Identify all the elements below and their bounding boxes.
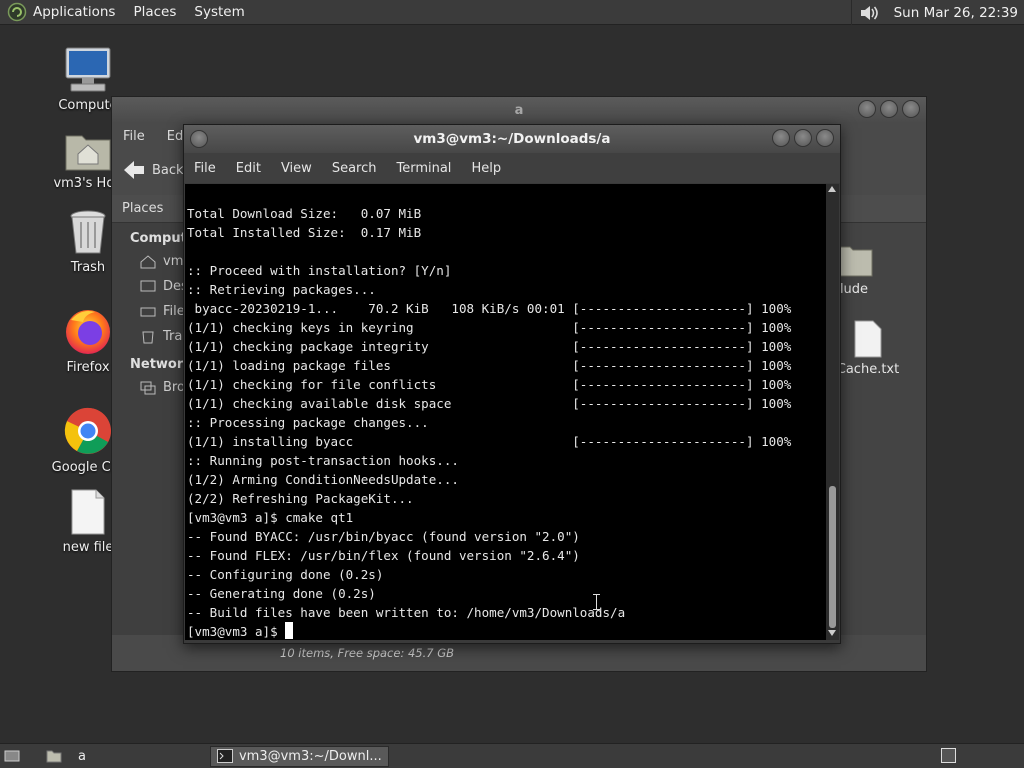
taskbar-item-terminal[interactable]: vm3@vm3:~/Downl...: [209, 745, 389, 767]
terminal-line: -- Found FLEX: /usr/bin/flex (found vers…: [187, 548, 580, 563]
maximize-button[interactable]: [794, 129, 812, 147]
terminal-line: -- Found BYACC: /usr/bin/byacc (found ve…: [187, 529, 580, 544]
file-icon: [71, 489, 105, 535]
back-button[interactable]: Back: [122, 159, 184, 181]
terminal-prompt: [vm3@vm3 a]$: [187, 624, 286, 639]
menu-file[interactable]: File: [184, 161, 226, 176]
menu-file[interactable]: File: [112, 129, 156, 144]
desktop-icon-label: Firefox: [66, 360, 110, 375]
file-item-label: Cache.txt: [836, 362, 900, 377]
network-icon: [140, 381, 156, 394]
desktop-icon-label: Compute: [58, 98, 118, 113]
terminal-output: Total Download Size: 0.07 MiB Total Insta…: [187, 204, 791, 640]
taskbar-item-label: vm3@vm3:~/Downl...: [238, 748, 382, 764]
home-folder-icon: [65, 135, 111, 171]
minimize-button[interactable]: [772, 129, 790, 147]
terminal-line: (1/1) checking keys in keyring [--------…: [187, 320, 792, 335]
maximize-button[interactable]: [880, 100, 898, 118]
terminal-line: :: Processing package changes...: [187, 415, 429, 430]
terminal-line: (1/1) checking available disk space [---…: [187, 396, 792, 411]
desktop-icon: [140, 280, 156, 291]
sidebar-item-label: File: [163, 304, 185, 319]
menu-edit[interactable]: Edit: [226, 161, 271, 176]
applications-menu[interactable]: Applications: [31, 0, 124, 25]
minimize-button[interactable]: [858, 100, 876, 118]
show-desktop-icon[interactable]: [4, 748, 20, 764]
menu-search[interactable]: Search: [322, 161, 387, 176]
desktop-icon-label: Trash: [70, 260, 106, 275]
text-cursor-icon: [593, 594, 600, 610]
terminal-line: (1/1) installing byacc [----------------…: [187, 434, 792, 449]
terminal-line: (1/1) loading package files [-----------…: [187, 358, 792, 373]
panel-separator: [850, 0, 852, 25]
terminal-line: (1/2) Arming ConditionNeedsUpdate...: [187, 472, 459, 487]
scroll-down-arrow-icon[interactable]: [828, 630, 836, 636]
status-text: 10 items, Free space: 45.7 GB: [280, 646, 455, 660]
window-title: a: [514, 102, 524, 118]
home-icon: [140, 254, 156, 268]
firefox-icon: [66, 310, 110, 354]
places-menu[interactable]: Places: [124, 0, 185, 25]
window-title: vm3@vm3:~/Downloads/a: [413, 131, 611, 147]
trash-icon: [70, 210, 106, 254]
terminal-cursor: [285, 622, 294, 639]
scrollbar-thumb[interactable]: [829, 486, 836, 628]
terminal-line: [vm3@vm3 a]$ cmake qt1: [187, 510, 354, 525]
menu-help[interactable]: Help: [461, 161, 511, 176]
menu-view[interactable]: View: [271, 161, 322, 176]
chrome-icon: [64, 407, 111, 454]
drive-icon: [140, 307, 156, 316]
sidebar-item-label: Tra: [163, 329, 183, 344]
volume-icon[interactable]: [858, 3, 880, 23]
window-titlebar[interactable]: a: [112, 97, 926, 123]
close-button[interactable]: [902, 100, 920, 118]
folder-icon: [46, 750, 62, 763]
close-button[interactable]: [816, 129, 834, 147]
top-panel: Applications Places System Sun Mar 26, 2…: [0, 0, 1024, 25]
terminal-line: byacc-20230219-1... 70.2 KiB 108 KiB/s 0…: [187, 301, 792, 316]
menu-terminal[interactable]: Terminal: [386, 161, 461, 176]
terminal-line: :: Proceed with installation? [Y/n]: [187, 263, 452, 278]
clock[interactable]: Sun Mar 26, 22:39: [886, 5, 1024, 21]
scroll-up-arrow-icon[interactable]: [828, 186, 836, 192]
terminal-line: (1/1) checking package integrity [------…: [187, 339, 792, 354]
terminal-prompt-line: [vm3@vm3 a]$: [187, 622, 791, 640]
menubar: File Edit View Search Terminal Help: [184, 153, 840, 183]
terminal-line: -- Build files have been written to: /ho…: [187, 605, 626, 620]
text-file-icon: [854, 320, 882, 358]
terminal-line: :: Retrieving packages...: [187, 282, 376, 297]
terminal-line: (2/2) Refreshing PackageKit...: [187, 491, 414, 506]
file-item-label: lude: [839, 282, 869, 297]
sidebar-item-label: Bro: [163, 380, 185, 395]
bottom-panel: a vm3@vm3:~/Downl...: [0, 743, 1024, 768]
back-arrow-icon: [124, 161, 144, 179]
terminal-line: :: Running post-transaction hooks...: [187, 453, 459, 468]
terminal-window[interactable]: vm3@vm3:~/Downloads/a File Edit View Sea…: [183, 124, 841, 644]
trash-small-icon: [142, 331, 154, 343]
terminal-line: Total Installed Size: 0.17 MiB: [187, 225, 422, 240]
window-menu-button[interactable]: [190, 130, 208, 148]
workspace-switcher[interactable]: [941, 748, 956, 763]
sidebar-item-label: vm: [163, 254, 184, 269]
terminal-line: -- Configuring done (0.2s): [187, 567, 384, 582]
terminal-screen[interactable]: Total Download Size: 0.07 MiB Total Insta…: [185, 184, 827, 640]
back-label: Back: [152, 162, 184, 178]
window-titlebar[interactable]: vm3@vm3:~/Downloads/a: [184, 125, 840, 153]
computer-icon: [65, 47, 111, 92]
system-menu[interactable]: System: [185, 0, 253, 25]
distro-logo-icon[interactable]: [7, 2, 27, 22]
taskbar-item-file-manager[interactable]: a: [40, 746, 92, 767]
desktop-icon-label: new file: [62, 540, 114, 555]
terminal-icon: [216, 749, 233, 763]
terminal-line: (1/1) checking for file conflicts [-----…: [187, 377, 792, 392]
terminal-line: -- Generating done (0.2s): [187, 586, 376, 601]
terminal-scrollbar[interactable]: [826, 184, 839, 640]
taskbar-item-label: a: [78, 748, 86, 764]
terminal-line: Total Download Size: 0.07 MiB: [187, 206, 422, 221]
